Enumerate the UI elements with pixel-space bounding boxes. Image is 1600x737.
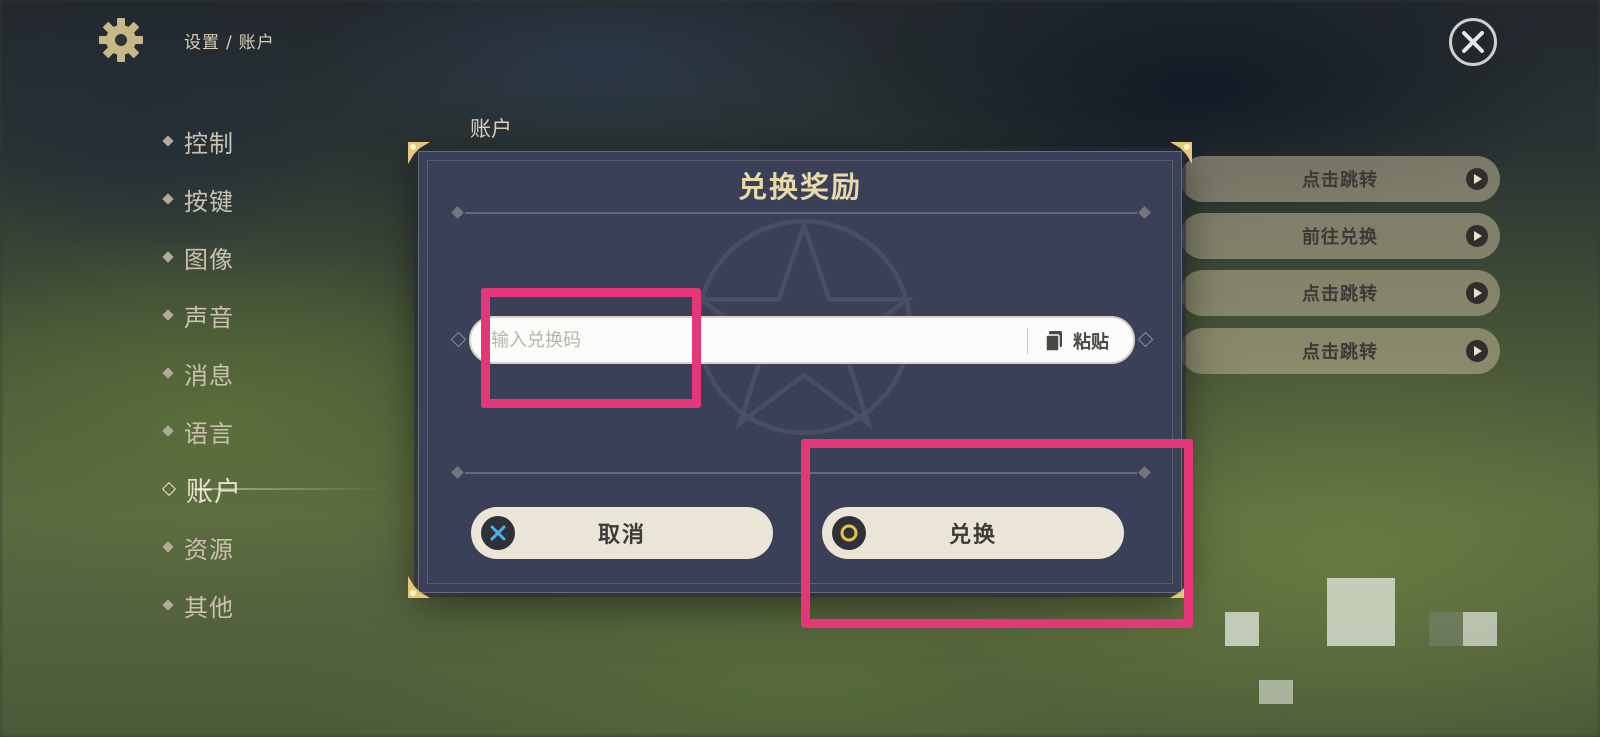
diamond-bullet-icon (162, 193, 174, 205)
sidebar-item-messages[interactable]: 消息 (160, 344, 360, 402)
diamond-bullet-icon (162, 367, 174, 379)
settings-sidebar: 控制 按键 图像 声音 消息 语言 账户 资源 其他 (160, 112, 384, 634)
paste-label: 粘贴 (1073, 332, 1109, 353)
diamond-bullet-icon (162, 425, 174, 437)
mosaic-block (1225, 612, 1259, 646)
button-label: 点击跳转 (1302, 342, 1378, 363)
play-arrow-icon (1466, 340, 1488, 362)
sidebar-item-label: 控制 (184, 129, 234, 158)
clipboard-icon (1045, 331, 1062, 352)
sidebar-item-label: 资源 (184, 535, 234, 564)
sidebar-item-label: 其他 (184, 593, 234, 622)
sidebar-item-audio[interactable]: 声音 (160, 286, 360, 344)
button-label: 点击跳转 (1302, 284, 1378, 305)
button-label: 点击跳转 (1302, 170, 1378, 191)
diamond-bullet-icon (162, 135, 174, 147)
mosaic-block (1259, 680, 1293, 704)
breadcrumb-account: 账户 (238, 33, 275, 53)
breadcrumb-settings[interactable]: 设置 (184, 33, 220, 53)
go-redeem-button[interactable]: 前往兑换 (1180, 213, 1500, 259)
highlight-redeem-box (801, 439, 1193, 628)
cancel-label: 取消 (597, 523, 646, 548)
close-button[interactable] (1449, 18, 1497, 66)
diamond-bullet-icon (162, 541, 174, 553)
sidebar-item-graphics[interactable]: 图像 (160, 228, 360, 286)
sidebar-item-language[interactable]: 语言 (160, 402, 360, 460)
corner-ornament-icon (408, 576, 430, 598)
corner-ornament-icon (408, 142, 430, 164)
sidebar-item-label: 图像 (184, 245, 234, 274)
play-arrow-icon (1466, 168, 1488, 190)
sidebar-item-resources[interactable]: 资源 (160, 518, 360, 576)
dialog-divider (449, 206, 1153, 220)
jump-link-button[interactable]: 点击跳转 (1180, 270, 1500, 316)
sidebar-item-keys[interactable]: 按键 (160, 170, 360, 228)
play-arrow-icon (1466, 225, 1488, 247)
diamond-bullet-icon (162, 599, 174, 611)
sidebar-item-label: 语言 (184, 419, 234, 448)
paste-button[interactable]: 粘贴 (1039, 326, 1115, 356)
jump-link-button[interactable]: 点击跳转 (1180, 156, 1500, 202)
sidebar-item-label: 消息 (184, 361, 234, 390)
sidebar-item-label: 账户 (186, 476, 242, 508)
cancel-button[interactable]: 取消 (471, 507, 773, 559)
diamond-bullet-icon (162, 309, 174, 321)
diamond-bullet-icon (162, 251, 174, 263)
sidebar-item-label: 按键 (184, 187, 234, 216)
mosaic-block (1327, 578, 1395, 646)
mosaic-block (1463, 612, 1497, 646)
corner-ornament-icon (1170, 142, 1192, 164)
cross-icon (481, 516, 515, 550)
mosaic-block (1429, 612, 1463, 646)
close-icon (1462, 31, 1484, 53)
dialog-title: 兑换奖励 (737, 170, 862, 204)
gear-icon (97, 16, 145, 64)
play-arrow-icon (1466, 282, 1488, 304)
field-separator (1027, 328, 1028, 354)
button-label: 前往兑换 (1302, 227, 1378, 248)
section-title: 账户 (470, 117, 512, 141)
sidebar-item-account[interactable]: 账户 (160, 460, 384, 518)
breadcrumb: 设置 / 账户 (184, 28, 275, 53)
sidebar-item-label: 声音 (184, 303, 234, 332)
diamond-bullet-icon (161, 481, 177, 497)
jump-link-button[interactable]: 点击跳转 (1180, 328, 1500, 374)
sidebar-item-other[interactable]: 其他 (160, 576, 360, 634)
breadcrumb-separator: / (226, 33, 233, 53)
highlight-input-box (481, 288, 701, 408)
sidebar-item-controls[interactable]: 控制 (160, 112, 360, 170)
